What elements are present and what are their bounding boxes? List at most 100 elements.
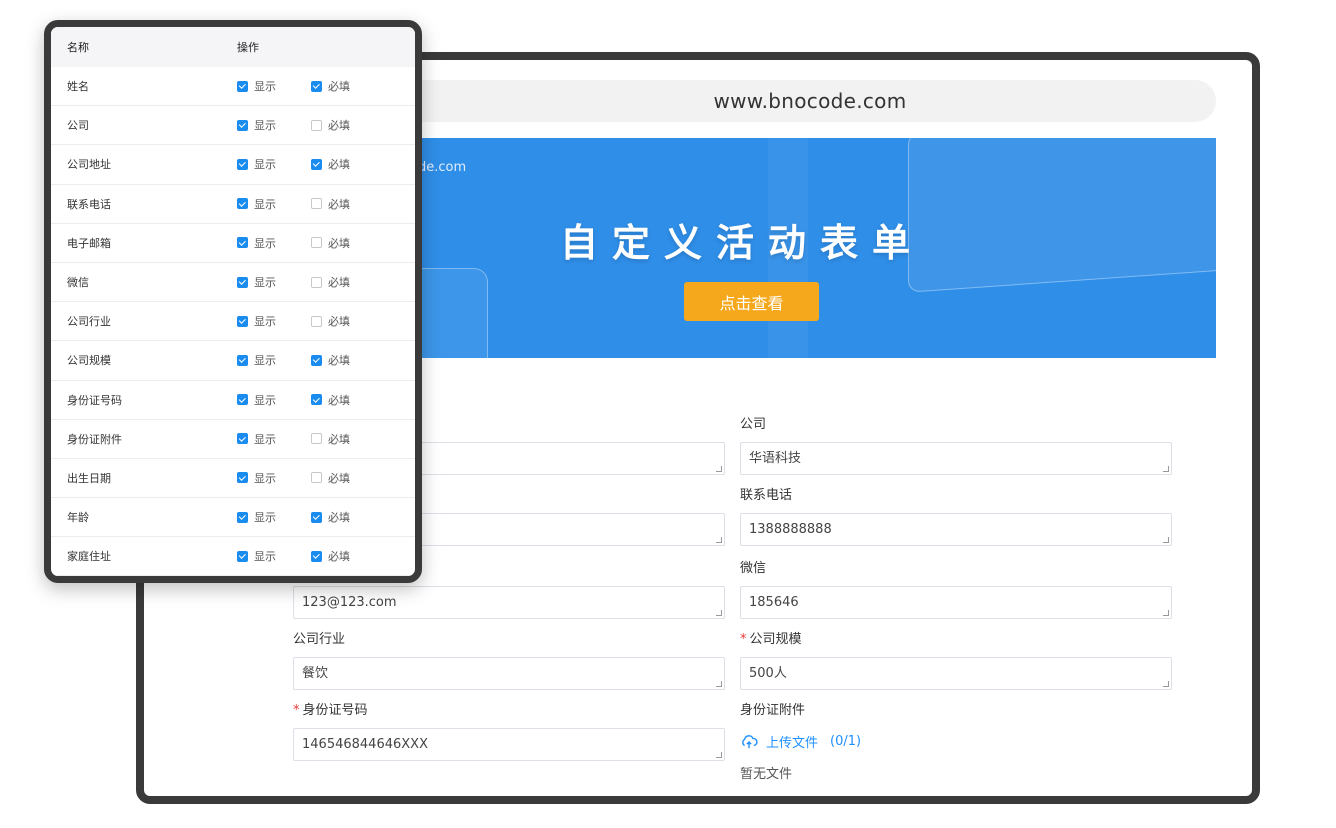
field-input[interactable]: 餐饮 — [293, 657, 725, 690]
unchecked-checkbox-icon — [311, 433, 322, 445]
show-checkbox[interactable]: 显示 — [237, 156, 311, 172]
checkbox-label: 显示 — [254, 511, 276, 525]
checkbox-label: 必填 — [328, 550, 350, 564]
required-checkbox[interactable]: 必填 — [311, 352, 385, 368]
checkbox-label: 显示 — [254, 276, 276, 290]
panel-rows: 姓名 显示 必填 公司 显示 必填 公司地址 显示 必填 联系电话 显示 必填 电子邮箱 显示 必填 微信 显示… — [51, 67, 415, 576]
checked-checkbox-icon — [237, 550, 248, 562]
view-button[interactable]: 点击查看 — [684, 282, 819, 321]
required-marker: * — [740, 632, 747, 647]
field-label-text: 身份证号码 — [302, 703, 368, 718]
required-checkbox[interactable]: 必填 — [311, 313, 385, 329]
banner-url-text: de.com — [418, 160, 467, 175]
required-checkbox[interactable]: 必填 — [311, 156, 385, 172]
panel-row: 公司规模 显示 必填 — [51, 341, 415, 381]
checkbox-label: 显示 — [254, 550, 276, 564]
show-checkbox[interactable]: 显示 — [237, 352, 311, 368]
required-marker: * — [293, 703, 300, 718]
show-checkbox[interactable]: 显示 — [237, 431, 311, 447]
required-checkbox[interactable]: 必填 — [311, 117, 385, 133]
column-header-action: 操作 — [237, 41, 259, 54]
show-checkbox[interactable]: 显示 — [237, 274, 311, 290]
checkbox-label: 显示 — [254, 119, 276, 133]
field-input[interactable]: 146546844646XXX — [293, 728, 725, 761]
required-checkbox[interactable]: 必填 — [311, 78, 385, 94]
field-name: 电子邮箱 — [67, 236, 111, 250]
show-checkbox[interactable]: 显示 — [237, 509, 311, 525]
checkbox-label: 必填 — [328, 197, 350, 211]
form-field: 公司行业 餐饮 — [293, 631, 725, 690]
upload-button[interactable]: 上传文件 (0/1) — [740, 732, 1172, 751]
panel-row: 姓名 显示 必填 — [51, 67, 415, 107]
required-checkbox[interactable]: 必填 — [311, 274, 385, 290]
required-checkbox[interactable]: 必填 — [311, 470, 385, 486]
required-checkbox[interactable]: 必填 — [311, 548, 385, 564]
unchecked-checkbox-icon — [311, 276, 322, 288]
field-input[interactable]: 500人 — [740, 657, 1172, 690]
field-input[interactable]: 华语科技 — [740, 442, 1172, 475]
panel-row: 电子邮箱 显示 必填 — [51, 224, 415, 263]
field-settings-panel: 名称 操作 姓名 显示 必填 公司 显示 必填 公司地址 显示 必填 联系电话 显示 必填 电子邮箱 显示… — [44, 20, 422, 583]
field-label: 微信 — [740, 560, 1172, 578]
field-label-text: 公司 — [740, 417, 767, 432]
show-checkbox[interactable]: 显示 — [237, 196, 311, 212]
required-checkbox[interactable]: 必填 — [311, 392, 385, 408]
unchecked-checkbox-icon — [311, 315, 322, 327]
field-input[interactable]: 1388888888 — [740, 513, 1172, 546]
field-name: 公司行业 — [67, 315, 111, 329]
panel-row: 公司行业 显示 必填 — [51, 302, 415, 342]
checked-checkbox-icon — [311, 354, 322, 366]
checked-checkbox-icon — [237, 354, 248, 366]
panel-row: 身份证号码 显示 必填 — [51, 381, 415, 420]
panel-row: 公司地址 显示 必填 — [51, 145, 415, 185]
url-text: www.bnocode.com — [713, 89, 907, 113]
field-name: 身份证附件 — [67, 432, 122, 446]
checked-checkbox-icon — [311, 550, 322, 562]
panel-row: 出生日期 显示 必填 — [51, 459, 415, 499]
field-input[interactable]: 123@123.com — [293, 586, 725, 619]
panel-row: 联系电话 显示 必填 — [51, 185, 415, 224]
show-checkbox[interactable]: 显示 — [237, 78, 311, 94]
url-bar[interactable]: www.bnocode.com — [404, 80, 1216, 122]
upload-count: (0/1) — [830, 734, 862, 749]
required-checkbox[interactable]: 必填 — [311, 431, 385, 447]
cloud-upload-icon — [742, 734, 758, 748]
field-label-text: 联系电话 — [740, 488, 793, 503]
form-field: * 公司规模 500人 — [740, 631, 1172, 690]
required-checkbox[interactable]: 必填 — [311, 509, 385, 525]
checked-checkbox-icon — [237, 511, 248, 523]
form-field: 公司 华语科技 — [740, 416, 1172, 475]
unchecked-checkbox-icon — [311, 198, 322, 210]
checked-checkbox-icon — [237, 158, 248, 170]
show-checkbox[interactable]: 显示 — [237, 117, 311, 133]
show-checkbox[interactable]: 显示 — [237, 470, 311, 486]
field-input[interactable]: 185646 — [740, 586, 1172, 619]
panel-row: 公司 显示 必填 — [51, 106, 415, 146]
checkbox-label: 必填 — [328, 354, 350, 368]
field-label-text: 公司行业 — [293, 632, 346, 647]
unchecked-checkbox-icon — [311, 237, 322, 249]
checked-checkbox-icon — [311, 158, 322, 170]
checkbox-label: 显示 — [254, 393, 276, 407]
checked-checkbox-icon — [237, 237, 248, 249]
show-checkbox[interactable]: 显示 — [237, 313, 311, 329]
panel-row: 年龄 显示 必填 — [51, 498, 415, 538]
attachment-field: 身份证附件 上传文件 (0/1) 暂无文件 — [740, 702, 1172, 782]
show-checkbox[interactable]: 显示 — [237, 392, 311, 408]
checked-checkbox-icon — [237, 119, 248, 131]
show-checkbox[interactable]: 显示 — [237, 235, 311, 251]
checkbox-label: 必填 — [328, 393, 350, 407]
panel-row: 微信 显示 必填 — [51, 263, 415, 303]
unchecked-checkbox-icon — [311, 119, 322, 131]
show-checkbox[interactable]: 显示 — [237, 548, 311, 564]
field-label: 联系电话 — [740, 487, 1172, 505]
checked-checkbox-icon — [237, 472, 248, 484]
required-checkbox[interactable]: 必填 — [311, 235, 385, 251]
field-name: 姓名 — [67, 80, 89, 94]
column-header-name: 名称 — [67, 41, 89, 54]
field-label: 公司行业 — [293, 631, 725, 649]
required-checkbox[interactable]: 必填 — [311, 196, 385, 212]
checkbox-label: 必填 — [328, 471, 350, 485]
field-name: 出生日期 — [67, 471, 111, 485]
field-name: 公司地址 — [67, 158, 111, 172]
